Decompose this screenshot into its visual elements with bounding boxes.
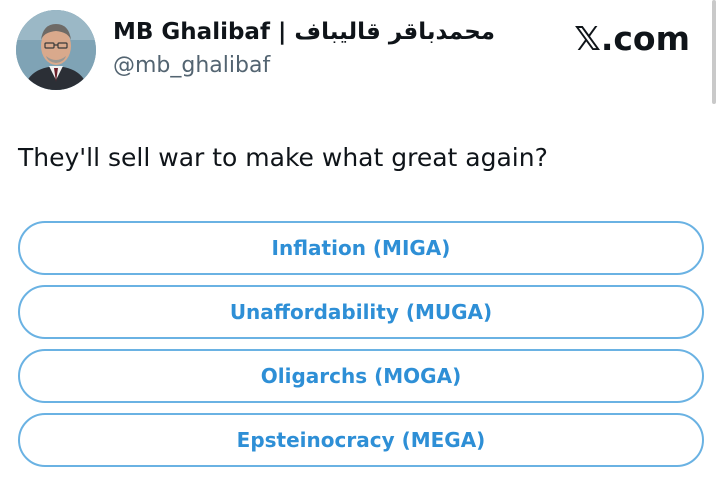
post-text: They'll sell war to make what great agai… <box>18 143 548 172</box>
author-handle[interactable]: @mb_ghalibaf <box>113 52 270 80</box>
scrollbar[interactable] <box>712 0 716 104</box>
x-logo-watermark: 𝕏.com <box>574 19 690 58</box>
poll-option-epsteinocracy[interactable]: Epsteinocracy (MEGA) <box>18 413 704 467</box>
poll-option-inflation[interactable]: Inflation (MIGA) <box>18 221 704 275</box>
poll-option-unaffordability[interactable]: Unaffordability (MUGA) <box>18 285 704 339</box>
avatar-portrait-icon <box>16 10 96 90</box>
avatar[interactable] <box>16 10 96 90</box>
author-name[interactable]: MB Ghalibaf | محمدباقر قالیباف <box>113 17 495 47</box>
post-header: MB Ghalibaf | محمدباقر قالیباف @mb_ghali… <box>0 0 720 104</box>
poll-option-oligarchs[interactable]: Oligarchs (MOGA) <box>18 349 704 403</box>
poll: Inflation (MIGA) Unaffordability (MUGA) … <box>18 221 704 477</box>
